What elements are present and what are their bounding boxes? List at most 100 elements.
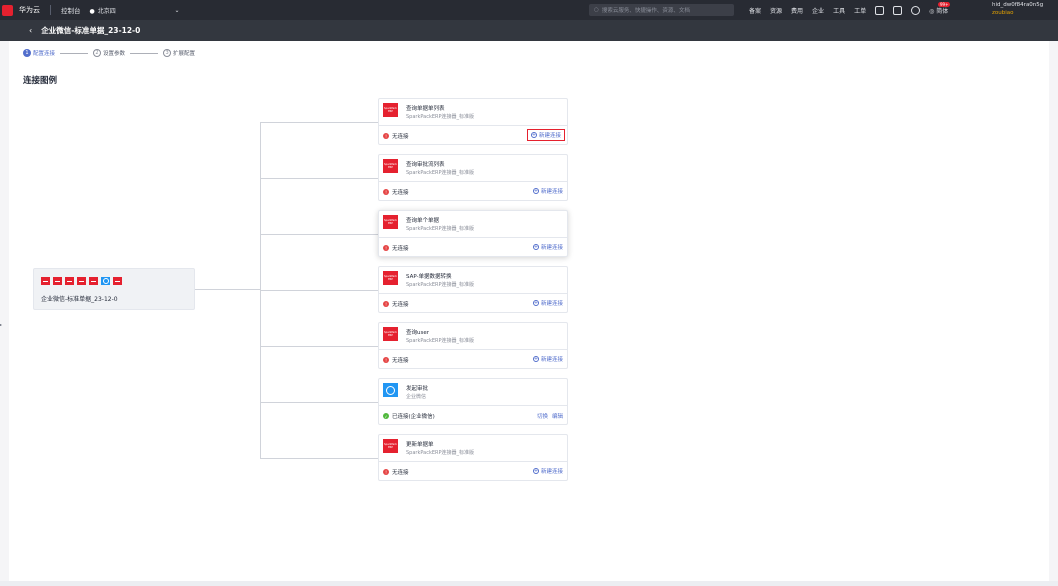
status: ! 无连接 [383, 300, 409, 308]
step-connector [60, 52, 89, 54]
connector-icon [113, 277, 122, 285]
message-icon[interactable] [875, 5, 885, 15]
new-connection-button[interactable]: + 新建连接 [532, 467, 563, 475]
card-title: 发起审批 [406, 386, 429, 392]
search-placeholder: 搜索云服务、快捷操作、资源、文档 [601, 8, 690, 14]
step-3-label[interactable]: 扩展配置 [173, 49, 195, 57]
step-2-circle: 2 [93, 49, 102, 57]
divider [379, 181, 567, 182]
error-icon: ! [383, 189, 389, 195]
source-name: 企业微信-标准单据_23-12-0 [41, 296, 118, 303]
card-title: 更新单据单 [406, 442, 434, 448]
target-card[interactable]: SparkPack ERP 查询user SparkPackERP连接器_标准版… [378, 322, 568, 369]
target-card[interactable]: SparkPack ERP 查询审批流列表 SparkPackERP连接器_标准… [378, 154, 568, 201]
region-selector[interactable]: ● 北京四 ⌄ [90, 6, 185, 15]
divider [379, 125, 567, 126]
user-account[interactable]: hid_dw0f84ra0n5g zoubiao [992, 1, 1043, 17]
card-title: 查询user [406, 330, 429, 336]
sparkpack-icon: SparkPack ERP [383, 159, 398, 173]
nav-tools[interactable]: 工具 [833, 6, 845, 15]
target-card[interactable]: SparkPack ERP 查询单据单列表 SparkPackERP连接器_标准… [378, 98, 568, 145]
search-icon: ○ [594, 7, 599, 13]
sparkpack-icon: SparkPack ERP [383, 103, 398, 117]
new-connection-button[interactable]: + 新建连接 [532, 355, 563, 363]
card-subtitle: SparkPackERP连接器_标准版 [406, 450, 475, 456]
plus-icon: + [532, 187, 539, 194]
new-connection-label: 新建连接 [540, 245, 563, 251]
error-icon: ! [383, 357, 389, 363]
target-card[interactable]: SparkPack ERP SAP-单据数据转换 SparkPackERP连接器… [378, 266, 568, 313]
brand-name[interactable]: 华为云 [19, 5, 40, 15]
status: ! 无连接 [383, 188, 409, 196]
connector-line [260, 402, 378, 403]
sparkpack-icon: SparkPack ERP [383, 327, 398, 341]
divider [379, 461, 567, 462]
back-arrow-icon[interactable]: ‹ [29, 26, 32, 35]
error-icon: ! [383, 245, 389, 251]
status-text: 无连接 [392, 358, 409, 364]
step-1-circle: 1 [23, 49, 31, 57]
connector-line [260, 458, 378, 459]
status: ! 无连接 [383, 356, 409, 364]
huawei-logo-icon[interactable] [2, 4, 13, 16]
plus-icon: + [532, 467, 539, 474]
status-text: 无连接 [392, 470, 409, 476]
page-title: 企业微信-标准单据_23-12-0 [41, 26, 141, 35]
top-nav-links: 备案 资源 费用 企业 工具 工单 ◎ 简体 [749, 0, 948, 20]
nav-enterprise[interactable]: 企业 [812, 6, 824, 15]
new-connection-button[interactable]: + 新建连接 [532, 243, 563, 251]
nav-beian[interactable]: 备案 [749, 6, 761, 15]
connector-icon [53, 277, 62, 285]
new-connection-button[interactable]: + 新建连接 [532, 187, 563, 195]
card-subtitle: SparkPackERP连接器_标准版 [406, 170, 475, 176]
step-2-label[interactable]: 设置参数 [103, 49, 125, 57]
plus-icon: + [530, 131, 537, 138]
nav-resources[interactable]: 资源 [770, 6, 782, 15]
bottom-bar [0, 581, 1058, 586]
card-title: 查询单个单据 [406, 218, 440, 224]
error-icon: ! [383, 133, 389, 139]
status-text: 无连接 [392, 302, 409, 308]
status: ! 无连接 [383, 468, 409, 476]
target-card[interactable]: SparkPack ERP 更新单据单 SparkPackERP连接器_标准版 … [378, 434, 568, 481]
search-input[interactable]: ○ 搜索云服务、快捷操作、资源、文档 [589, 4, 734, 16]
status-text: 无连接 [392, 190, 409, 196]
nav-billing[interactable]: 费用 [791, 6, 803, 15]
bell-icon[interactable] [893, 5, 903, 15]
card-subtitle: SparkPackERP连接器_标准版 [406, 114, 475, 120]
step-indicator: 1 配置连接 2 设置参数 3 扩展配置 [23, 49, 195, 57]
step-1-label[interactable]: 配置连接 [33, 49, 55, 57]
card-title: 查询审批流列表 [406, 162, 445, 168]
user-id: hid_dw0f84ra0n5g [992, 2, 1044, 8]
collapse-arrow-icon[interactable]: ▸ [0, 322, 2, 327]
edit-button[interactable]: 编辑 [552, 412, 563, 420]
status-text: 无连接 [392, 134, 409, 140]
notification-badge: 99+ [938, 2, 951, 7]
chevron-down-icon: ⌄ [174, 6, 180, 14]
source-node[interactable]: 企业微信-标准单据_23-12-0 [33, 268, 195, 310]
new-connection-label: 新建连接 [540, 189, 563, 195]
target-card[interactable]: SparkPack ERP 查询单个单据 SparkPackERP连接器_标准版… [378, 210, 568, 257]
card-actions: 切换 编辑 [537, 412, 563, 420]
connector-line [260, 234, 378, 235]
globe-icon: ◎ [929, 7, 935, 15]
card-subtitle: SparkPackERP连接器_标准版 [406, 226, 475, 232]
help-icon[interactable] [911, 5, 921, 15]
card-subtitle: SparkPackERP连接器_标准版 [406, 338, 475, 344]
target-card[interactable]: 发起审批 企业微信 ✓ 已连接(企业微信) 切换 编辑 [378, 378, 568, 425]
divider [379, 405, 567, 406]
console-link[interactable]: 控制台 [61, 5, 81, 15]
nav-tickets[interactable]: 工单 [854, 6, 866, 15]
connector-line [260, 346, 378, 347]
new-connection-button[interactable]: + 新建连接 [532, 299, 563, 307]
error-icon: ! [383, 301, 389, 307]
switch-button[interactable]: 切换 [537, 412, 548, 420]
divider [50, 5, 51, 15]
plus-icon: + [532, 243, 539, 250]
card-subtitle: SparkPackERP连接器_标准版 [406, 282, 475, 288]
new-connection-button[interactable]: + 新建连接 [526, 129, 565, 141]
status: ✓ 已连接(企业微信) [383, 412, 435, 420]
error-icon: ! [383, 469, 389, 475]
divider [379, 237, 567, 238]
connector-line [260, 122, 378, 123]
